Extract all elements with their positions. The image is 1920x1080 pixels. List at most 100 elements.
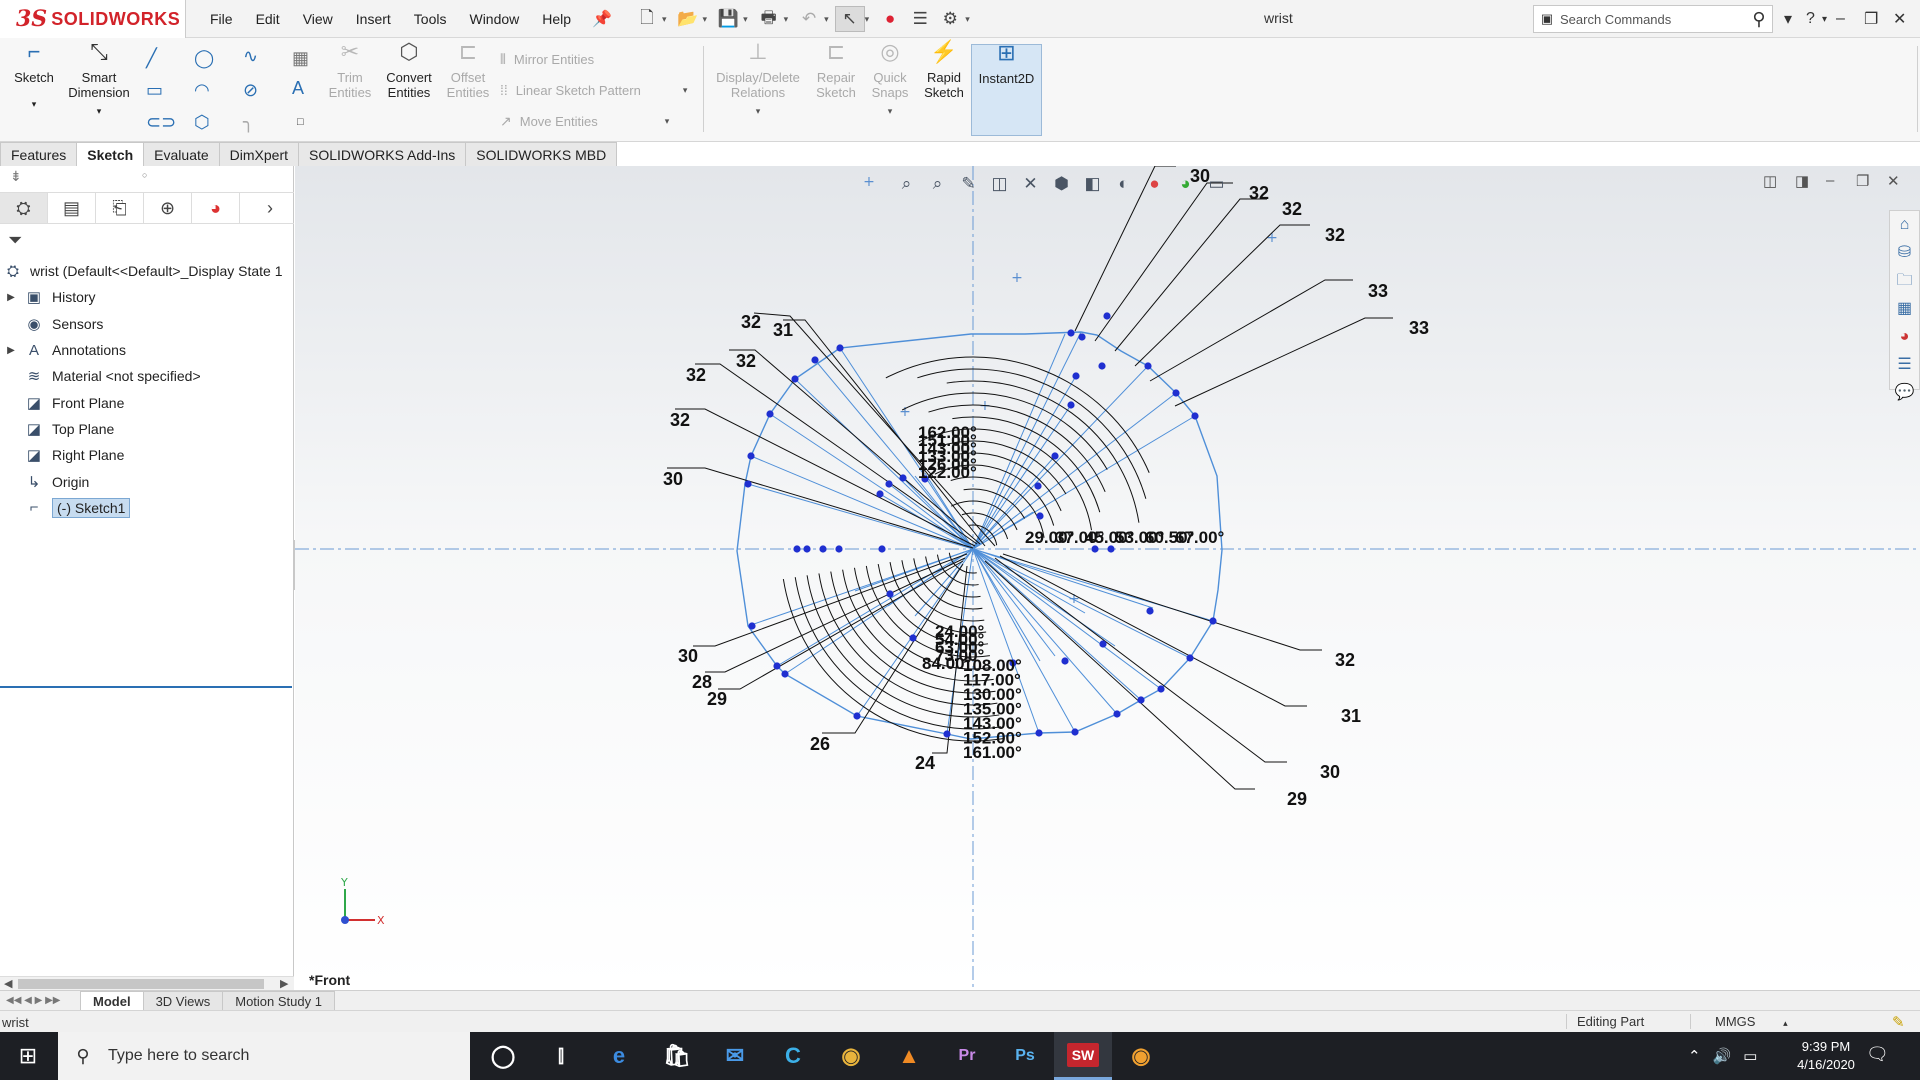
move-dropdown-icon[interactable]: ▾: [665, 116, 670, 127]
file-explorer-icon[interactable]: 🗀: [1890, 267, 1919, 295]
apply-scene-icon[interactable]: ◕: [1170, 174, 1201, 194]
volume-icon[interactable]: 🔊: [1713, 1047, 1732, 1065]
section-view-icon[interactable]: ◫: [984, 174, 1015, 194]
offset-entities-button[interactable]: ⊏ Offset Entities: [440, 41, 496, 101]
more-tabs-chevron-icon[interactable]: ›: [246, 193, 294, 223]
split-handle-icon[interactable]: ⇟: [10, 168, 22, 185]
move-entities-button[interactable]: ↗ Move Entities ▾: [500, 113, 669, 130]
view-settings-icon[interactable]: ▭: [1201, 174, 1232, 194]
pattern-dropdown-icon[interactable]: ▾: [683, 85, 688, 96]
windows-start-icon[interactable]: ⊞: [0, 1032, 56, 1080]
tree-item-sensors[interactable]: ◉ Sensors: [0, 311, 294, 337]
tab-addins[interactable]: SOLIDWORKS Add-Ins: [298, 142, 467, 166]
options-dropdown-icon[interactable]: ▾: [965, 14, 970, 25]
chrome-icon[interactable]: ◉: [822, 1032, 880, 1080]
tab-motion-study[interactable]: Motion Study 1: [222, 990, 335, 1011]
minimize-icon[interactable]: –: [1836, 6, 1845, 32]
dimxpert-manager-tab-icon[interactable]: ⊕: [144, 193, 192, 223]
select-dropdown-icon[interactable]: ▾: [865, 14, 870, 25]
quick-snaps-dropdown-icon[interactable]: ▾: [866, 104, 914, 119]
scroll-right-icon[interactable]: ▶: [280, 977, 288, 990]
viewport-tile-left-icon[interactable]: ◫: [1763, 172, 1777, 190]
tree-item-origin[interactable]: ↳ Origin: [0, 468, 294, 494]
fillet-icon[interactable]: ╮: [243, 112, 254, 133]
close-icon[interactable]: ✕: [1893, 6, 1906, 32]
edit-appearance-icon[interactable]: ●: [1139, 174, 1170, 194]
tab-sketch[interactable]: Sketch: [76, 142, 145, 166]
tab-nav-arrows-icon[interactable]: ◀◀ ◀ ▶ ▶▶: [0, 995, 80, 1006]
panel-grip[interactable]: ⇟ ○: [0, 166, 294, 192]
tree-item-sketch1[interactable]: ⌐ (-) Sketch1: [0, 495, 294, 521]
store-icon[interactable]: 🛍: [648, 1032, 706, 1080]
trim-entities-button[interactable]: ✂ Trim Entities: [322, 41, 378, 101]
zoom-to-area-icon[interactable]: ⌕: [922, 174, 953, 194]
mirror-entities-button[interactable]: ⫴ Mirror Entities: [500, 51, 594, 68]
rapid-sketch-button[interactable]: ⚡ Rapid Sketch: [918, 41, 970, 101]
tree-horizontal-scrollbar[interactable]: ◀ ▶: [0, 976, 294, 990]
expand-chevron-icon[interactable]: ▶: [0, 345, 22, 356]
arc-icon[interactable]: ◠: [194, 80, 210, 101]
viewport-minimize-icon[interactable]: –: [1826, 172, 1834, 189]
custom-properties-icon[interactable]: ☰: [1890, 351, 1919, 379]
menu-tools[interactable]: Tools: [414, 11, 447, 27]
search-commands-box[interactable]: ▣ Search Commands ⚲: [1533, 5, 1773, 33]
edge-icon[interactable]: e: [590, 1032, 648, 1080]
battery-icon[interactable]: ▭: [1743, 1047, 1757, 1065]
solidworks-resources-icon[interactable]: ⌂: [1890, 211, 1919, 239]
ellipse-icon[interactable]: ⊘: [243, 80, 258, 101]
scroll-left-icon[interactable]: ◀: [4, 977, 12, 990]
pin-menu-icon[interactable]: 📌: [592, 9, 612, 29]
open-folder-icon[interactable]: 📂: [673, 6, 703, 32]
file-properties-icon[interactable]: ☰: [905, 6, 935, 32]
search-dropdown-icon[interactable]: ▾: [1784, 6, 1792, 32]
help-dropdown-icon[interactable]: ▾: [1822, 6, 1827, 32]
repair-sketch-button[interactable]: ⊏ Repair Sketch: [810, 41, 862, 101]
linear-pattern-button[interactable]: ⁞⁞ Linear Sketch Pattern ▾: [500, 82, 687, 98]
select-pointer-icon[interactable]: ↖: [834, 6, 865, 32]
viewport-close-icon[interactable]: ✕: [1887, 172, 1900, 190]
tree-item-material[interactable]: ≋ Material <not specified>: [0, 363, 294, 389]
action-center-icon[interactable]: 🗨: [1866, 1044, 1889, 1065]
instant2d-button[interactable]: ⊞ Instant2D: [971, 42, 1042, 136]
line-icon[interactable]: ╱: [146, 48, 157, 69]
mail-icon[interactable]: ✉: [706, 1032, 764, 1080]
relations-dropdown-icon[interactable]: ▾: [712, 104, 804, 119]
rebuild-status-icon[interactable]: ✎: [1892, 1013, 1905, 1031]
search-icon[interactable]: ⚲: [1746, 9, 1772, 30]
tray-chevron-icon[interactable]: ⌃: [1688, 1047, 1701, 1065]
property-manager-tab-icon[interactable]: ▤: [48, 193, 96, 223]
menu-window[interactable]: Window: [469, 11, 519, 27]
configuration-manager-tab-icon[interactable]: ⎗: [96, 193, 144, 223]
restore-icon[interactable]: ❐: [1864, 6, 1878, 32]
tree-item-top-plane[interactable]: ◪ Top Plane: [0, 416, 294, 442]
design-library-icon[interactable]: ⛁: [1890, 239, 1919, 267]
open-dropdown-icon[interactable]: ▾: [703, 14, 708, 25]
viewport-restore-icon[interactable]: ❐: [1856, 172, 1869, 190]
previous-view-icon[interactable]: ✎: [953, 174, 984, 194]
view-palette-icon[interactable]: ▦: [1890, 295, 1919, 323]
photoshop-icon[interactable]: Ps: [996, 1032, 1054, 1080]
scrollbar-thumb[interactable]: [18, 979, 264, 989]
new-dropdown-icon[interactable]: ▾: [662, 14, 667, 25]
sketch-button[interactable]: ⌐ Sketch ▾: [10, 41, 58, 112]
forum-icon[interactable]: 💬: [1890, 379, 1919, 407]
vlc-icon[interactable]: ▲: [880, 1032, 938, 1080]
taskbar-clock[interactable]: 9:39 PM 4/16/2020: [1776, 1038, 1876, 1074]
filter-icon[interactable]: ⏷: [8, 230, 22, 251]
tree-item-annotations[interactable]: ▶ A Annotations: [0, 337, 294, 363]
tab-features[interactable]: Features: [0, 142, 78, 166]
viewport-tile-right-icon[interactable]: ◨: [1795, 172, 1809, 190]
print-icon[interactable]: 🖶: [754, 6, 784, 32]
status-units[interactable]: MMGS ▴: [1690, 1014, 1796, 1029]
rectangle-icon[interactable]: ▭: [146, 80, 163, 101]
chrome-canary-icon[interactable]: ◉: [1112, 1032, 1170, 1080]
sketch-canvas[interactable]: ++++++ 30323232333332 3132323230302829262…: [295, 166, 1920, 990]
save-dropdown-icon[interactable]: ▾: [743, 14, 748, 25]
quick-snaps-button[interactable]: ◎ Quick Snaps ▾: [866, 41, 914, 119]
tab-mbd[interactable]: SOLIDWORKS MBD: [465, 142, 618, 166]
graphics-area[interactable]: + + + + + + 30 32 32 32 33 33 32 31 32 32 32 30 30 28 29 26 2…: [295, 166, 1920, 990]
slot-icon[interactable]: ⊂⊃: [146, 112, 176, 133]
convert-entities-button[interactable]: ⬡ Convert Entities: [380, 41, 438, 101]
rollback-bar[interactable]: [0, 686, 292, 688]
tree-item-right-plane[interactable]: ◪ Right Plane: [0, 442, 294, 468]
